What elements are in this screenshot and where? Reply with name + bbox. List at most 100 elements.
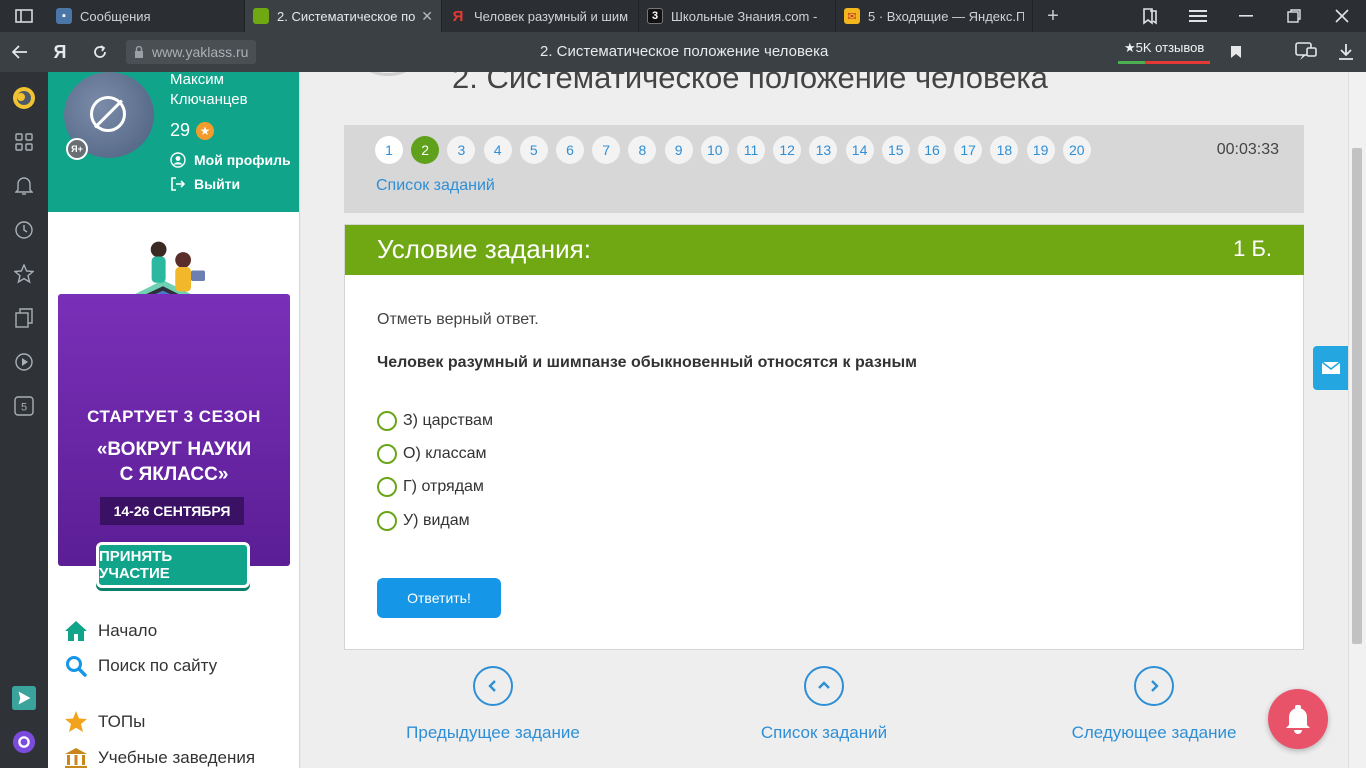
- browser-tab-znanija[interactable]: 3 Школьные Знания.com -: [639, 0, 836, 32]
- promo-line-2: «ВОКРУГ НАУКИ: [96, 439, 252, 460]
- question-number-14[interactable]: 14: [845, 136, 874, 164]
- new-tab-button[interactable]: +: [1033, 0, 1073, 32]
- points-star-icon: ★: [196, 121, 215, 140]
- sidebar-item-tops[interactable]: ТОПы: [64, 710, 145, 734]
- minimize-icon[interactable]: [1222, 0, 1270, 32]
- bookmark-icon[interactable]: [1226, 40, 1246, 64]
- close-window-icon[interactable]: [1318, 0, 1366, 32]
- promo-line-3: С ЯКЛАСС»: [119, 464, 229, 485]
- menu-icon[interactable]: [1174, 0, 1222, 32]
- answer-option-label: Г) отрядам: [403, 478, 484, 495]
- question-number-1[interactable]: 1: [375, 136, 403, 164]
- page-scrollbar[interactable]: [1348, 72, 1366, 768]
- browser-tab-messages[interactable]: ▪ Сообщения: [48, 0, 245, 32]
- question-number-18[interactable]: 18: [990, 136, 1019, 164]
- question-number-9[interactable]: 9: [664, 136, 693, 164]
- scrollbar-thumb[interactable]: [1352, 148, 1362, 644]
- browser-tab-yandex-search[interactable]: Я Человек разумный и шим: [442, 0, 639, 32]
- answer-option-label: З) царствам: [403, 412, 493, 429]
- answer-option[interactable]: Г) отрядам: [377, 477, 484, 497]
- mail-counter-icon[interactable]: 5: [12, 394, 36, 418]
- question-number-4[interactable]: 4: [483, 136, 512, 164]
- tabs-panel-icon[interactable]: [0, 0, 48, 32]
- apps-grid-icon[interactable]: [12, 130, 36, 154]
- profile-points: 29 ★: [170, 120, 215, 141]
- notifications-bell-button[interactable]: [1268, 689, 1328, 749]
- logout-link[interactable]: Выйти: [170, 176, 240, 192]
- question-number-11[interactable]: 11: [737, 136, 765, 164]
- lock-icon: [135, 46, 143, 58]
- restore-icon[interactable]: [1270, 0, 1318, 32]
- bookmarks-panel-icon[interactable]: [1126, 0, 1174, 32]
- next-task-link[interactable]: Следующее задание: [1034, 666, 1274, 743]
- feedback-mail-button[interactable]: [1313, 346, 1348, 390]
- question-number-15[interactable]: 15: [881, 136, 910, 164]
- close-tab-icon[interactable]: ✕: [421, 8, 433, 25]
- radio-button[interactable]: [377, 477, 397, 497]
- radio-button[interactable]: [377, 511, 397, 531]
- reviews-badge[interactable]: ★5K отзывов: [1118, 40, 1211, 64]
- answer-option[interactable]: У) видам: [377, 511, 470, 531]
- question-number-19[interactable]: 19: [1026, 136, 1055, 164]
- tab-title: 5 · Входящие — Яндекс.П: [868, 8, 1024, 24]
- question-number-5[interactable]: 5: [519, 136, 548, 164]
- task-list-bottom-label: Список заданий: [760, 723, 888, 742]
- star-icon: [64, 710, 88, 734]
- url-field[interactable]: www.yaklass.ru: [126, 39, 257, 65]
- promo-join-button[interactable]: ПРИНЯТЬ УЧАСТИЕ: [96, 542, 250, 588]
- sidebar-item-home[interactable]: Начало: [64, 619, 157, 643]
- task-card: Условие задания: 1 Б. Отметь верный отве…: [344, 224, 1304, 650]
- question-number-3[interactable]: 3: [447, 136, 476, 164]
- radio-button[interactable]: [377, 444, 397, 464]
- browser-tab-yandex-mail[interactable]: ✉ 5 · Входящие — Яндекс.П: [836, 0, 1033, 32]
- video-play-icon[interactable]: [12, 350, 36, 374]
- page-heading: 2. Систематическое положение человека: [452, 72, 1048, 95]
- sidebar-item-schools[interactable]: Учебные заведения: [64, 746, 255, 768]
- prev-task-link[interactable]: Предыдущее задание: [373, 666, 613, 743]
- sidebar-item-search[interactable]: Поиск по сайту: [64, 654, 217, 678]
- logout-label: Выйти: [194, 176, 241, 192]
- question-number-16[interactable]: 16: [918, 136, 946, 164]
- notifications-bell-icon[interactable]: [12, 174, 36, 198]
- yandex-logo: Я: [53, 41, 67, 62]
- question-number-7[interactable]: 7: [592, 136, 621, 164]
- task-points: 1 Б.: [1233, 236, 1272, 261]
- submit-answer-button[interactable]: Ответить!: [377, 578, 501, 618]
- send-arrow-icon[interactable]: [12, 686, 36, 710]
- answer-option-label: О) классам: [403, 445, 487, 462]
- favorites-star-icon[interactable]: [12, 262, 36, 286]
- collections-icon[interactable]: [12, 306, 36, 330]
- back-arrow-icon[interactable]: [0, 32, 40, 72]
- promo-banner[interactable]: [58, 294, 290, 566]
- tab-title: Школьные Знания.com -: [671, 8, 818, 24]
- home-icon: [64, 619, 88, 643]
- question-number-13[interactable]: 13: [809, 136, 838, 164]
- question-number-20[interactable]: 20: [1062, 136, 1091, 164]
- browser-tab-yaklass[interactable]: 2. Систематическое по ✕: [245, 0, 442, 32]
- yandex-logo-button[interactable]: Я: [40, 32, 80, 72]
- question-number-12[interactable]: 12: [773, 136, 802, 164]
- question-number-6[interactable]: 6: [556, 136, 584, 164]
- my-profile-link[interactable]: Мой профиль: [170, 152, 291, 168]
- reload-icon[interactable]: [80, 32, 120, 72]
- history-clock-icon[interactable]: [12, 218, 36, 242]
- question-number-10[interactable]: 10: [700, 136, 729, 164]
- question-number-2[interactable]: 2: [411, 136, 440, 164]
- profile-name: Максим Ключанцев: [170, 72, 248, 108]
- question-number-17[interactable]: 17: [954, 136, 983, 164]
- protect-icon[interactable]: [1286, 32, 1326, 72]
- radio-button[interactable]: [377, 411, 397, 431]
- task-list-link[interactable]: Список заданий: [376, 177, 495, 195]
- chevron-right-icon: [1134, 666, 1174, 706]
- download-icon[interactable]: [1326, 32, 1366, 72]
- search-icon: [64, 654, 88, 678]
- answer-option[interactable]: О) классам: [377, 444, 487, 464]
- answer-option[interactable]: З) царствам: [377, 411, 493, 431]
- task-list-bottom-link[interactable]: Список заданий: [704, 666, 944, 743]
- yandex-icon: Я: [452, 7, 464, 25]
- weather-icon[interactable]: [12, 86, 36, 110]
- alice-assistant-icon[interactable]: [12, 730, 36, 754]
- ya-plus-badge: Я+: [66, 138, 88, 160]
- timer: 00:03:33: [1216, 141, 1279, 158]
- question-number-8[interactable]: 8: [628, 136, 657, 164]
